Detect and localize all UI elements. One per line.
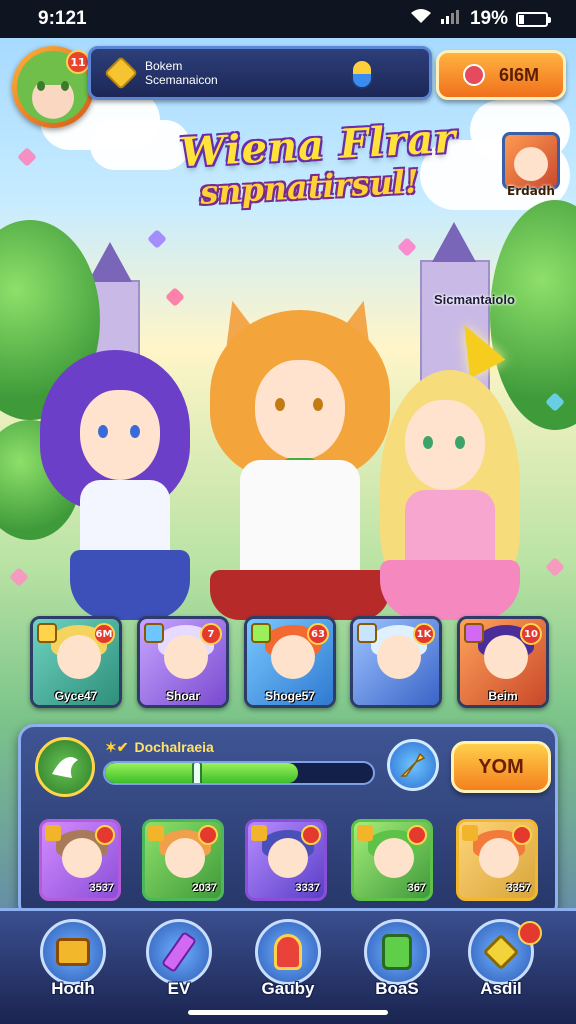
roster-card[interactable]: 7 Shoar	[137, 616, 229, 708]
ruby-icon	[462, 64, 485, 86]
gold-diamond-icon	[104, 56, 138, 90]
quest-progress-bar	[103, 761, 375, 785]
treasure-chest-icon	[40, 919, 106, 985]
home-indicator[interactable]	[188, 1010, 388, 1015]
status-time: 9:121	[38, 8, 87, 29]
crystal-icon	[146, 919, 212, 985]
player-level-badge: 11	[66, 50, 90, 74]
team-slot[interactable]: 3337	[245, 819, 327, 901]
premium-currency-label: 6I6M	[498, 64, 540, 85]
card-level-badge	[301, 825, 321, 845]
nav-label: Hodh	[51, 979, 95, 998]
element-icon	[37, 623, 57, 643]
nav-label: Gauby	[261, 979, 315, 998]
nav-label: BoaS	[375, 979, 419, 998]
nav-item-asdil[interactable]: Asdil	[456, 919, 546, 1015]
trophy-icon	[255, 919, 321, 985]
card-level-badge: 1K	[413, 623, 435, 645]
sword-icon	[400, 752, 426, 777]
card-level-badge: 6M	[93, 623, 115, 645]
team-power: 2037	[192, 882, 217, 894]
element-icon	[251, 825, 267, 841]
team-slot[interactable]: 367	[351, 819, 433, 901]
card-level-badge	[198, 825, 218, 845]
side-event-card[interactable]	[502, 132, 560, 190]
card-label: Gyce47	[54, 689, 98, 703]
card-label: Beim	[488, 689, 518, 703]
nav-item-gauby[interactable]: Gauby	[243, 919, 333, 1015]
quest-title: ✶✔ Dochalraeia	[105, 739, 214, 755]
team-power: 3357	[506, 882, 531, 894]
team-slot[interactable]: 3357	[456, 819, 538, 901]
nav-label: Asdil	[480, 979, 522, 998]
quest-panel: ✶✔ Dochalraeia YOM 3537 2037 3337 367 335…	[18, 724, 558, 920]
element-icon	[144, 623, 164, 643]
premium-currency-button[interactable]: 6I6M	[436, 50, 566, 100]
quest-prefix: ✶✔	[105, 739, 129, 755]
team-slot[interactable]: 3537	[39, 819, 121, 901]
status-bar: 9:121 19%	[0, 0, 576, 38]
element-icon	[357, 825, 373, 841]
team-power: 3337	[295, 882, 320, 894]
bottom-navigation: Hodh EV Gauby BoaS Asdil	[0, 908, 576, 1024]
roster-card[interactable]: 1K	[350, 616, 442, 708]
status-indicators: 19%	[410, 8, 551, 30]
player-name: Bokem Scemanaicon	[145, 59, 218, 87]
player-info-panel[interactable]: Bokem Scemanaicon	[88, 46, 432, 100]
nav-item-hodh[interactable]: Hodh	[28, 919, 118, 1015]
card-level-badge: 63	[307, 623, 329, 645]
card-level-badge	[95, 825, 115, 845]
side-event-label: Erdadh	[507, 184, 555, 198]
roster-card[interactable]: 10 Beim	[457, 616, 549, 708]
signal-icon	[440, 8, 462, 30]
card-level-badge: 10	[520, 623, 542, 645]
battery-icon	[516, 11, 551, 27]
team-power: 3537	[89, 882, 114, 894]
energy-capsule-icon	[351, 59, 373, 89]
team-power: 367	[407, 882, 426, 894]
element-icon	[251, 623, 271, 643]
card-label: Shoar	[165, 689, 200, 703]
element-icon	[464, 623, 484, 643]
nav-item-boas[interactable]: BoaS	[352, 919, 442, 1015]
quest-emblem-icon	[35, 737, 95, 797]
battery-percent: 19%	[469, 8, 508, 29]
element-icon	[148, 825, 164, 841]
card-level-badge: 7	[200, 623, 222, 645]
element-icon	[45, 825, 61, 841]
scroll-icon	[364, 919, 430, 985]
team-slot[interactable]: 2037	[142, 819, 224, 901]
card-level-badge	[407, 825, 427, 845]
element-icon	[357, 623, 377, 643]
nav-label: EV	[167, 979, 191, 998]
card-label: Shoge57	[264, 689, 315, 703]
wifi-icon	[410, 8, 432, 30]
element-icon	[462, 825, 478, 841]
card-level-badge	[512, 825, 532, 845]
floating-reward-label: Sicmantaiolo	[434, 292, 515, 307]
quest-go-button[interactable]: YOM	[451, 741, 551, 793]
quest-claim-icon-button[interactable]	[387, 739, 439, 791]
quest-progress-knob[interactable]	[191, 763, 202, 783]
notification-badge	[518, 921, 542, 945]
roster-card[interactable]: 6M Gyce47	[30, 616, 122, 708]
nav-item-ev[interactable]: EV	[134, 919, 224, 1015]
roster-card[interactable]: 63 Shoge57	[244, 616, 336, 708]
